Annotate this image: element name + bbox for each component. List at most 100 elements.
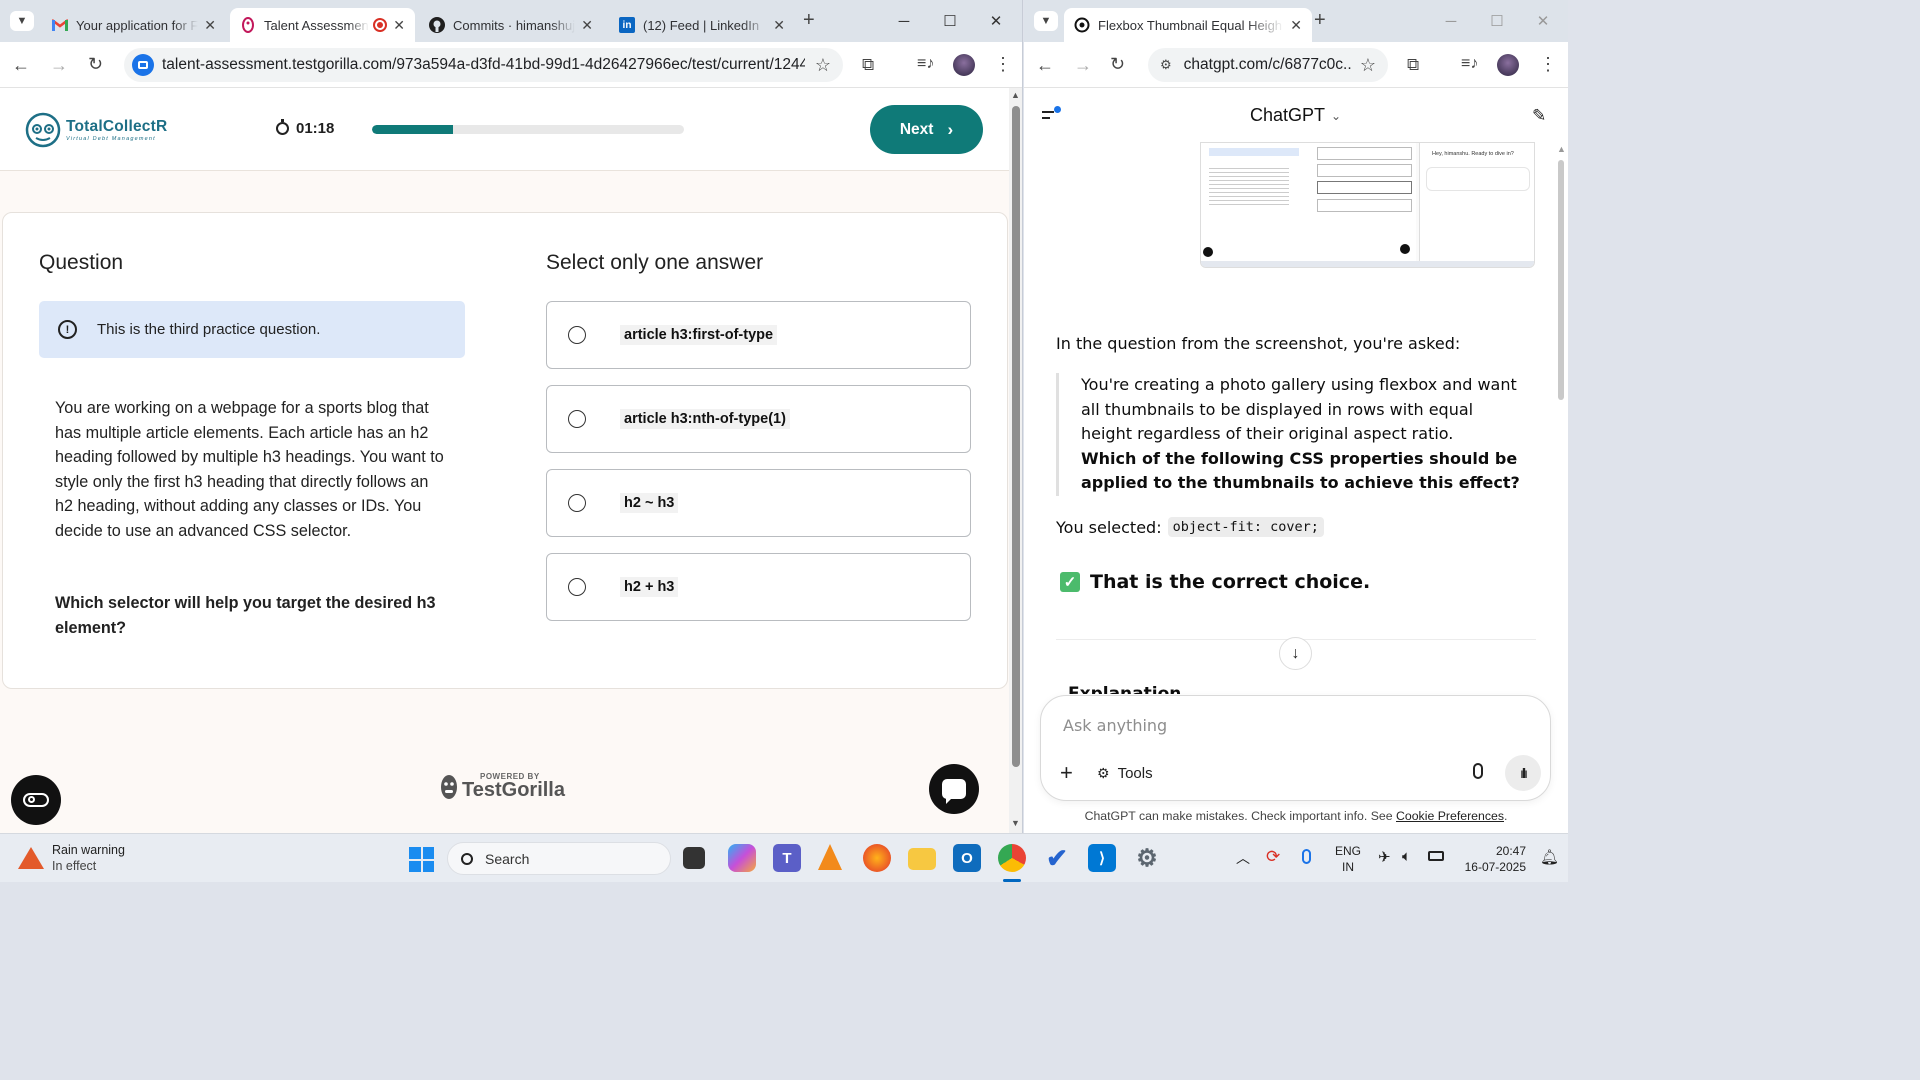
bookmark-star-icon[interactable]: ☆: [815, 55, 831, 76]
scroll-down-icon[interactable]: ▼: [1011, 818, 1020, 828]
firefox-icon[interactable]: [863, 844, 891, 872]
site-info-icon[interactable]: [132, 54, 154, 76]
accessibility-button[interactable]: [11, 775, 61, 825]
tab-github[interactable]: Commits · himanshuj ✕: [419, 8, 603, 42]
minimize-icon[interactable]: ─: [881, 13, 927, 30]
taskbar-search[interactable]: Search: [447, 842, 671, 875]
chat-support-button[interactable]: [929, 764, 979, 814]
cookie-preferences-link[interactable]: Cookie Preferences: [1396, 809, 1504, 823]
profile-avatar[interactable]: [1497, 54, 1519, 76]
prompt-placeholder[interactable]: Ask anything: [1063, 716, 1167, 735]
minimize-icon[interactable]: ─: [1428, 13, 1474, 30]
next-button[interactable]: Next ›: [870, 105, 983, 154]
file-explorer-icon[interactable]: [908, 848, 936, 870]
site-settings-icon[interactable]: ⚙: [1160, 57, 1172, 73]
new-chat-icon[interactable]: ✎: [1532, 106, 1546, 126]
testgorilla-icon: [240, 17, 256, 33]
windows-start-icon[interactable]: [409, 847, 434, 872]
tools-button[interactable]: ⚙ Tools: [1097, 765, 1153, 782]
back-icon[interactable]: ←: [12, 55, 30, 76]
outlook-icon[interactable]: O: [953, 844, 981, 872]
scrollbar-thumb[interactable]: [1012, 106, 1020, 767]
close-icon[interactable]: ✕: [581, 17, 593, 34]
notifications-bell-icon[interactable]: 🔔︎: [1540, 848, 1559, 866]
language-indicator[interactable]: ENG IN: [1335, 843, 1361, 875]
vscode-icon[interactable]: ⟩: [1088, 844, 1116, 872]
radio-button[interactable]: [568, 410, 586, 428]
reload-icon[interactable]: ↻: [88, 54, 103, 75]
add-attachment-icon[interactable]: +: [1060, 760, 1073, 786]
partial-heading-clip: Explanation: [1068, 682, 1268, 694]
microphone-icon[interactable]: [1473, 763, 1483, 779]
microphone-tray-icon[interactable]: [1302, 849, 1311, 864]
menu-dots-icon[interactable]: ⋮: [994, 54, 1012, 75]
scroll-up-icon[interactable]: ▲: [1557, 144, 1566, 154]
extensions-icon[interactable]: ⧉: [1407, 55, 1419, 75]
forward-icon[interactable]: →: [50, 55, 68, 76]
lang-top: ENG: [1335, 844, 1362, 858]
tab-search-icon[interactable]: ▼: [1034, 11, 1058, 31]
scroll-to-bottom-button[interactable]: ↓: [1279, 637, 1312, 670]
tab-linkedin[interactable]: in (12) Feed | LinkedIn ✕: [609, 8, 795, 42]
address-bar[interactable]: ⚙ chatgpt.com/c/6877c0c... ☆: [1148, 48, 1388, 82]
show-hidden-icons-chevron[interactable]: ︿: [1236, 848, 1250, 868]
profile-avatar[interactable]: [953, 54, 975, 76]
address-bar[interactable]: talent-assessment.testgorilla.com/973a59…: [124, 48, 843, 82]
new-tab-icon[interactable]: +: [803, 9, 815, 32]
chat-composer[interactable]: Ask anything + ⚙ Tools ıllı: [1040, 695, 1551, 801]
answer-option[interactable]: article h3:first-of-type: [546, 301, 971, 369]
tab-chatgpt[interactable]: Flexbox Thumbnail Equal Heigh ✕: [1064, 8, 1312, 42]
media-control-icon[interactable]: ≡♪: [917, 55, 934, 73]
task-view-icon[interactable]: [683, 847, 705, 869]
radio-button[interactable]: [568, 494, 586, 512]
tab-talent-assessment[interactable]: Talent Assessment ✕: [230, 8, 415, 42]
answer-option[interactable]: h2 ~ h3: [546, 469, 971, 537]
new-tab-icon[interactable]: +: [1314, 9, 1326, 32]
thumbnail-greeting: Hey, himanshu. Ready to dive in?: [1432, 151, 1514, 157]
back-icon[interactable]: ←: [1036, 55, 1054, 76]
todo-check-icon[interactable]: ✔: [1043, 843, 1071, 873]
close-icon[interactable]: ✕: [393, 17, 405, 34]
battery-icon[interactable]: [1428, 851, 1444, 861]
forward-icon[interactable]: →: [1074, 55, 1092, 76]
extensions-icon[interactable]: ⧉: [862, 55, 874, 75]
radio-button[interactable]: [568, 578, 586, 596]
maximize-icon[interactable]: ☐: [1474, 12, 1520, 30]
voice-mode-button[interactable]: ıllı: [1505, 755, 1541, 791]
close-window-icon[interactable]: ✕: [973, 12, 1019, 30]
close-icon[interactable]: ✕: [204, 17, 216, 34]
weather-sub: In effect: [52, 859, 97, 873]
close-icon[interactable]: ✕: [1290, 17, 1302, 34]
bookmark-star-icon[interactable]: ☆: [1360, 55, 1376, 76]
model-selector[interactable]: ChatGPT ⌄: [1250, 105, 1341, 126]
sync-icon[interactable]: ⟳: [1266, 847, 1280, 867]
volume-icon[interactable]: 🔈︎: [1402, 848, 1411, 865]
maximize-icon[interactable]: ☐: [927, 12, 973, 30]
vlc-icon[interactable]: [818, 844, 842, 870]
weather-widget[interactable]: Rain warning In effect: [18, 842, 125, 874]
teams-icon[interactable]: T: [773, 844, 801, 872]
sidebar-toggle-icon[interactable]: [1042, 106, 1061, 122]
copilot-icon[interactable]: [728, 844, 756, 872]
chrome-icon[interactable]: [998, 844, 1026, 872]
reload-icon[interactable]: ↻: [1110, 54, 1125, 75]
uploaded-screenshot[interactable]: Hey, himanshu. Ready to dive in?: [1200, 142, 1535, 268]
menu-dots-icon[interactable]: ⋮: [1539, 54, 1557, 75]
media-control-icon[interactable]: ≡♪: [1461, 55, 1478, 73]
answer-option[interactable]: article h3:nth-of-type(1): [546, 385, 971, 453]
close-icon[interactable]: ✕: [773, 17, 785, 34]
logo-name: TotalCollectR: [66, 118, 168, 135]
radio-button[interactable]: [568, 326, 586, 344]
settings-gear-icon[interactable]: ⚙: [1133, 844, 1161, 872]
chat-scrollbar[interactable]: ▲: [1554, 142, 1568, 687]
scrollbar-thumb[interactable]: [1558, 160, 1564, 400]
tab-gmail[interactable]: Your application for F ✕: [42, 8, 226, 42]
network-icon[interactable]: ✈: [1378, 848, 1391, 866]
scroll-up-icon[interactable]: ▲: [1011, 90, 1020, 100]
clock[interactable]: 20:47 16-07-2025: [1458, 843, 1526, 875]
tab-strip: ▼ Flexbox Thumbnail Equal Heigh ✕ + ─ ☐ …: [1024, 0, 1568, 42]
answer-option[interactable]: h2 + h3: [546, 553, 971, 621]
vertical-scrollbar[interactable]: ▲ ▼: [1009, 88, 1022, 833]
close-window-icon[interactable]: ✕: [1520, 12, 1566, 30]
tab-search-icon[interactable]: ▼: [10, 11, 34, 31]
